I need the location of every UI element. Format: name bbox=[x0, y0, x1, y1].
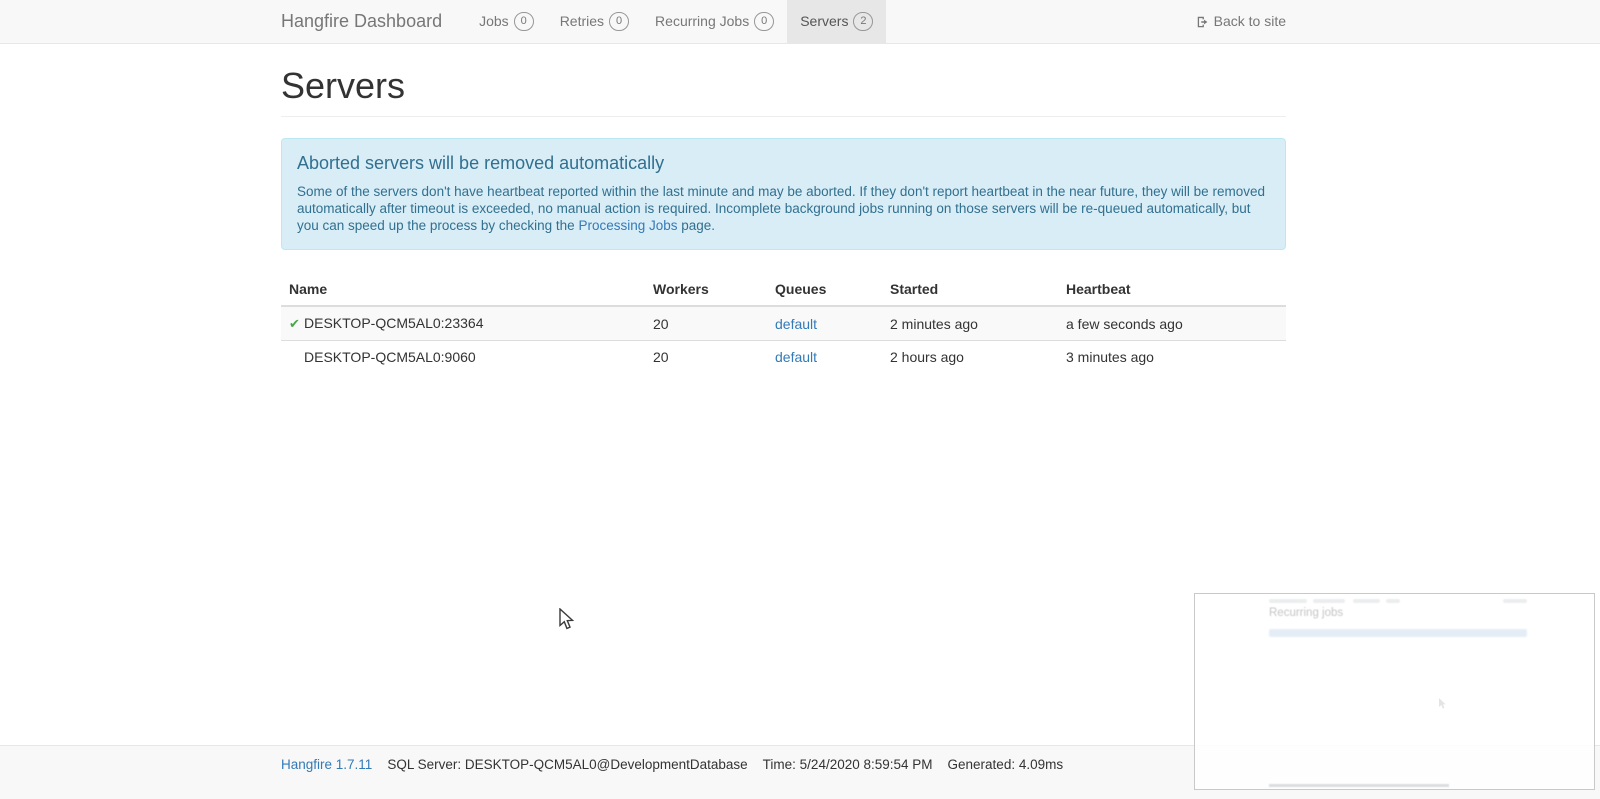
ghost-nav-bar bbox=[1353, 599, 1380, 603]
mouse-cursor-icon bbox=[558, 607, 578, 635]
jobs-count-badge: 0 bbox=[513, 12, 534, 31]
ghost-preview-title: Recurring jobs bbox=[1269, 607, 1344, 619]
ghost-highlighted-row bbox=[1269, 629, 1527, 637]
table-row: DESKTOP-QCM5AL0:9060 20 default 2 hours … bbox=[281, 340, 1286, 373]
column-header-workers: Workers bbox=[645, 273, 767, 307]
server-queues-cell: default bbox=[767, 340, 882, 373]
footer-time: Time: 5/24/2020 8:59:54 PM bbox=[762, 757, 933, 772]
server-heartbeat-cell: a few seconds ago bbox=[1058, 305, 1286, 341]
server-started-cell: 2 hours ago bbox=[882, 340, 1058, 373]
hangfire-version-link[interactable]: Hangfire 1.7.11 bbox=[281, 757, 372, 772]
server-heartbeat-cell: 3 minutes ago bbox=[1058, 340, 1286, 373]
nav-tabs: Jobs 0 Retries 0 Recurring Jobs 0 Server… bbox=[466, 0, 887, 43]
server-workers-cell: 20 bbox=[645, 305, 767, 341]
servers-table: Name Workers Queues Started Heartbeat ✔ D… bbox=[281, 273, 1286, 373]
back-to-site-label: Back to site bbox=[1213, 13, 1286, 29]
fading-page-preview: Recurring jobs bbox=[1194, 593, 1595, 790]
aborted-servers-alert: Aborted servers will be removed automati… bbox=[281, 138, 1286, 250]
column-header-started: Started bbox=[882, 273, 1058, 307]
ghost-nav-bar bbox=[1386, 599, 1400, 603]
footer-generated: Generated: 4.09ms bbox=[947, 757, 1064, 772]
recurring-jobs-count-badge: 0 bbox=[754, 12, 775, 31]
alert-text-before: Some of the servers don't have heartbeat… bbox=[297, 184, 1265, 233]
nav-item-jobs[interactable]: Jobs 0 bbox=[466, 0, 547, 43]
nav-item-recurring-jobs[interactable]: Recurring Jobs 0 bbox=[642, 0, 787, 43]
server-name: DESKTOP-QCM5AL0:23364 bbox=[304, 315, 484, 331]
nav-item-label: Jobs bbox=[479, 13, 509, 29]
server-queues-cell: default bbox=[767, 305, 882, 341]
column-header-queues: Queues bbox=[767, 273, 882, 307]
main-content: Servers Aborted servers will be removed … bbox=[281, 65, 1286, 373]
retries-count-badge: 0 bbox=[609, 12, 630, 31]
ghost-footer-text bbox=[1269, 784, 1449, 787]
server-workers-cell: 20 bbox=[645, 340, 767, 373]
nav-item-servers[interactable]: Servers 2 bbox=[787, 0, 887, 43]
servers-count-badge: 2 bbox=[853, 12, 874, 31]
processing-jobs-link[interactable]: Processing Jobs bbox=[578, 218, 677, 233]
alert-title: Aborted servers will be removed automati… bbox=[297, 153, 665, 173]
server-name-cell: DESKTOP-QCM5AL0:9060 bbox=[281, 340, 645, 373]
nav-item-label: Recurring Jobs bbox=[655, 13, 750, 29]
nav-item-retries[interactable]: Retries 0 bbox=[547, 0, 642, 43]
ghost-nav-bar bbox=[1269, 599, 1307, 603]
column-header-name: Name bbox=[281, 273, 645, 307]
ghost-nav-bar bbox=[1313, 599, 1345, 603]
server-name: DESKTOP-QCM5AL0:9060 bbox=[304, 349, 476, 365]
table-row: ✔ DESKTOP-QCM5AL0:23364 20 default 2 minu… bbox=[281, 305, 1286, 341]
column-header-heartbeat: Heartbeat bbox=[1058, 273, 1286, 307]
queue-default-link[interactable]: default bbox=[775, 316, 817, 332]
alert-body: Some of the servers don't have heartbeat… bbox=[297, 183, 1270, 234]
nav-item-label: Servers bbox=[800, 13, 849, 29]
top-navbar: Hangfire Dashboard Jobs 0 Retries 0 Recu… bbox=[0, 0, 1600, 44]
page-title: Servers bbox=[281, 65, 1286, 117]
ghost-nav-bar bbox=[1503, 599, 1527, 603]
server-active-check-icon: ✔ bbox=[289, 316, 300, 331]
back-to-site-link[interactable]: Back to site bbox=[1196, 0, 1286, 43]
nav-item-label: Retries bbox=[559, 13, 605, 29]
table-header-row: Name Workers Queues Started Heartbeat bbox=[281, 273, 1286, 307]
queue-default-link[interactable]: default bbox=[775, 349, 817, 365]
logout-icon bbox=[1196, 15, 1210, 29]
server-name-cell: ✔ DESKTOP-QCM5AL0:23364 bbox=[281, 305, 645, 341]
footer-storage: SQL Server: DESKTOP-QCM5AL0@DevelopmentD… bbox=[387, 757, 748, 772]
alert-text-after: page. bbox=[677, 218, 716, 233]
brand-hangfire-dashboard[interactable]: Hangfire Dashboard bbox=[281, 0, 442, 43]
ghost-cursor-icon bbox=[1438, 697, 1448, 713]
server-started-cell: 2 minutes ago bbox=[882, 305, 1058, 341]
